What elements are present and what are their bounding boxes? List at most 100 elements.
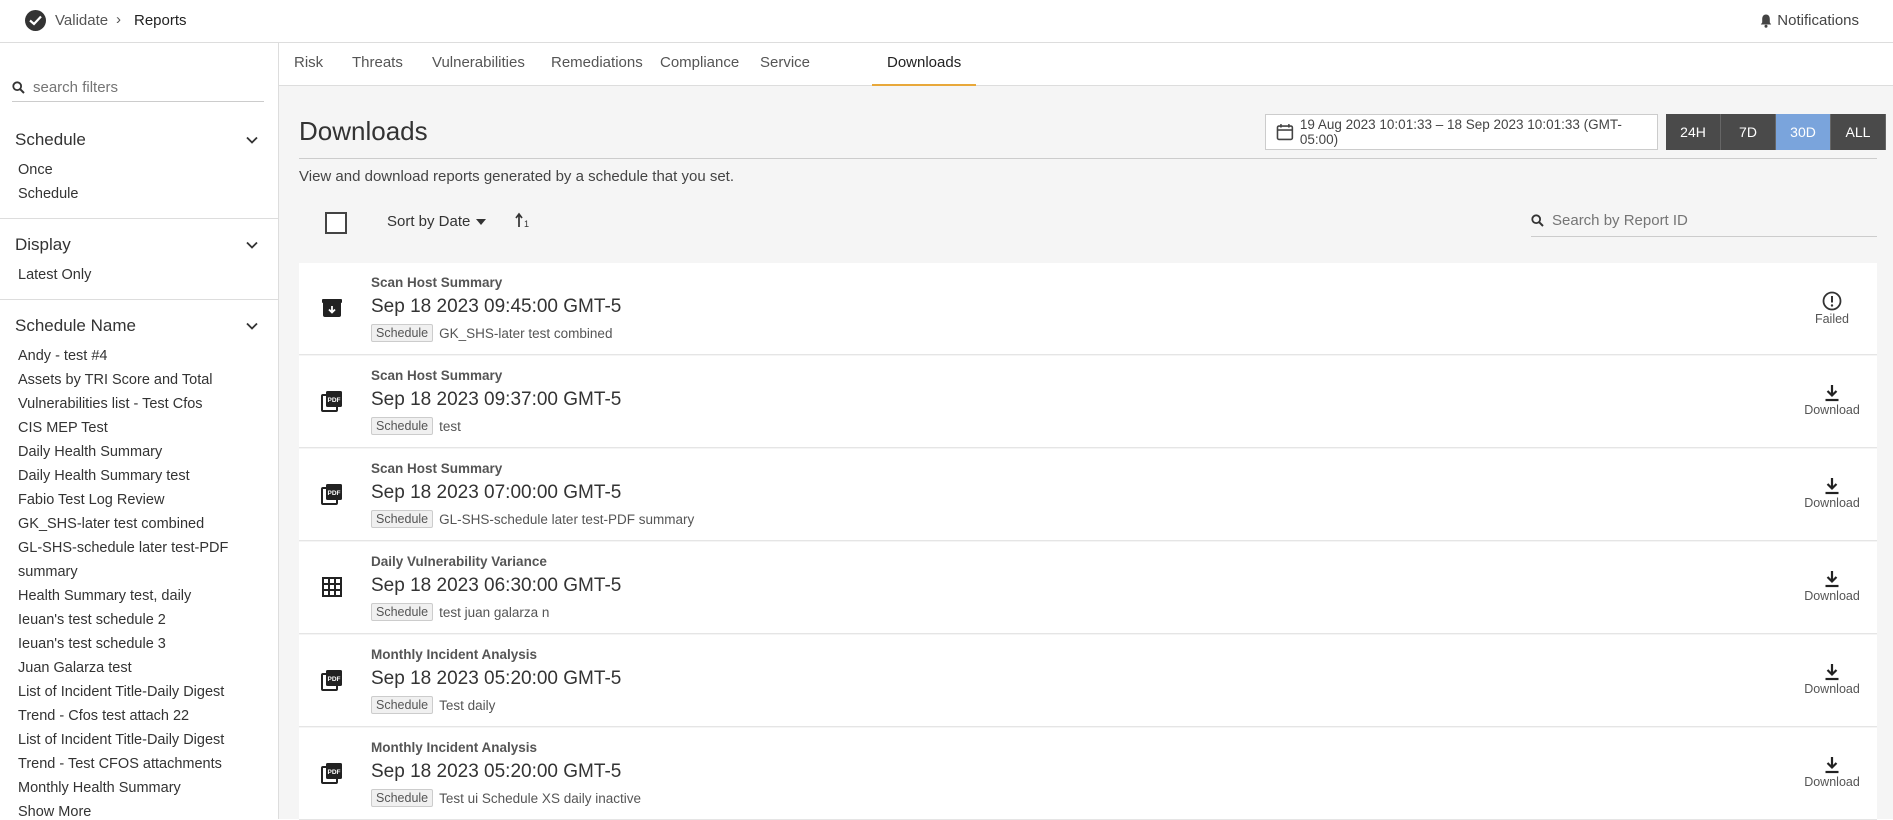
download-button[interactable]: Download <box>1797 384 1867 417</box>
schedule-name-option[interactable]: Daily Health Summary <box>0 440 278 464</box>
display-filter-section: Display Latest Only <box>0 227 278 287</box>
report-type: Scan Host Summary <box>371 275 503 290</box>
schedule-name-option[interactable]: List of Incident Title-Daily Digest <box>0 728 278 752</box>
tab-downloads[interactable]: Downloads <box>872 43 977 86</box>
report-row[interactable]: Scan Host Summary Sep 18 2023 09:45:00 GM… <box>299 263 1877 355</box>
filter-search <box>12 73 264 102</box>
range-24h-button[interactable]: 24H <box>1666 114 1721 150</box>
schedule-name: GL-SHS-schedule later test-PDF summary <box>439 511 695 527</box>
notifications-label: Notifications <box>1777 12 1859 29</box>
download-icon <box>1797 756 1867 774</box>
report-id-search <box>1531 204 1877 237</box>
range-7d-button[interactable]: 7D <box>1721 114 1776 150</box>
top-bar: Validate › Reports Notifications <box>0 0 1893 43</box>
schedule-name-option[interactable]: List of Incident Title-Daily Digest <box>0 680 278 704</box>
download-icon <box>1797 477 1867 495</box>
sort-order-toggle[interactable]: 1 <box>515 212 531 233</box>
tab-risk[interactable]: Risk <box>279 43 338 84</box>
schedule-filter-header[interactable]: Schedule <box>0 122 278 158</box>
schedule-name: Test daily <box>439 697 496 713</box>
schedule-name-option[interactable]: Trend - Test CFOS attachments <box>0 752 278 776</box>
display-filter-option[interactable]: Latest Only <box>0 263 278 287</box>
report-tabs: Risk Threats Vulnerabilities Remediation… <box>279 43 1893 86</box>
archive-icon <box>321 297 343 319</box>
tab-threats[interactable]: Threats <box>337 43 418 84</box>
report-type: Scan Host Summary <box>371 461 503 476</box>
schedule-name-option[interactable]: Andy - test #4 <box>0 344 278 368</box>
range-all-button[interactable]: ALL <box>1831 114 1886 150</box>
search-icon <box>1531 213 1544 227</box>
tab-remediations[interactable]: Remediations <box>536 43 658 84</box>
pdf-icon: PDF <box>321 669 343 691</box>
tab-compliance[interactable]: Compliance <box>645 43 754 84</box>
schedule-name-option[interactable]: summary <box>0 560 278 584</box>
filter-search-input[interactable] <box>31 77 255 97</box>
breadcrumb-separator: › <box>116 11 121 28</box>
svg-text:PDF: PDF <box>328 676 341 683</box>
report-row[interactable]: PDF Scan Host Summary Sep 18 2023 07:00:00… <box>299 449 1877 541</box>
select-all-checkbox[interactable] <box>325 212 347 234</box>
schedule-name-option[interactable]: GK_SHS-later test combined <box>0 512 278 536</box>
pdf-icon: PDF <box>321 390 343 412</box>
report-type: Monthly Incident Analysis <box>371 647 538 662</box>
sort-by-dropdown[interactable]: Sort by Date <box>387 213 487 230</box>
schedule-filter-option[interactable]: Once <box>0 158 278 182</box>
report-row[interactable]: PDF Scan Host Summary Sep 18 2023 09:37:00… <box>299 356 1877 448</box>
schedule-name-option[interactable]: Trend - Cfos test attach 22 <box>0 704 278 728</box>
schedule-name-option[interactable]: Juan Galarza test <box>0 656 278 680</box>
download-button[interactable]: Download <box>1797 756 1867 789</box>
schedule-name-option[interactable]: GL-SHS-schedule later test-PDF <box>0 536 278 560</box>
schedule-name-option[interactable]: CIS MEP Test <box>0 416 278 440</box>
report-row[interactable]: Daily Vulnerability Variance Sep 18 2023 … <box>299 542 1877 634</box>
schedule-name-option[interactable]: Fabio Test Log Review <box>0 488 278 512</box>
schedule-name-filter-header[interactable]: Schedule Name <box>0 308 278 344</box>
breadcrumb-validate[interactable]: Validate <box>55 12 108 29</box>
schedule-name-filter-title: Schedule Name <box>15 316 136 335</box>
range-buttons: 24H 7D 30D ALL <box>1666 114 1886 150</box>
report-timestamp: Sep 18 2023 05:20:00 GMT-5 <box>371 668 622 689</box>
download-button[interactable]: Download <box>1797 477 1867 510</box>
report-row[interactable]: PDF Monthly Incident Analysis Sep 18 2023 … <box>299 635 1877 727</box>
tab-service[interactable]: Service <box>745 43 825 84</box>
schedule-filter-title: Schedule <box>15 130 86 149</box>
report-id-search-input[interactable] <box>1550 210 1854 230</box>
schedule-tag: Schedule <box>371 510 434 528</box>
range-30d-button[interactable]: 30D <box>1776 114 1831 150</box>
filter-sidebar: Schedule Once Schedule Display Latest On… <box>0 43 279 819</box>
schedule-tag: Schedule <box>371 696 434 714</box>
action-label: Download <box>1804 775 1860 789</box>
schedule-name-filter-section: Schedule Name Andy - test #4 Assets by TR… <box>0 308 278 819</box>
section-divider <box>0 299 278 300</box>
sort-order-icon: 1 <box>515 212 529 229</box>
display-filter-header[interactable]: Display <box>0 227 278 263</box>
report-timestamp: Sep 18 2023 07:00:00 GMT-5 <box>371 482 622 503</box>
download-button[interactable]: Download <box>1797 570 1867 603</box>
show-more-link[interactable]: Show More <box>0 800 278 819</box>
failed-status: Failed <box>1797 291 1867 326</box>
date-range-picker[interactable]: 19 Aug 2023 10:01:33 – 18 Sep 2023 10:01… <box>1265 114 1658 150</box>
schedule-name-option[interactable]: Ieuan's test schedule 3 <box>0 632 278 656</box>
date-range-text: 19 Aug 2023 10:01:33 – 18 Sep 2023 10:01… <box>1299 117 1622 147</box>
schedule-tag: Schedule <box>371 417 434 435</box>
caret-down-icon <box>476 218 487 225</box>
schedule-name-option[interactable]: Daily Health Summary test <box>0 464 278 488</box>
schedule-name: test <box>439 418 461 434</box>
action-label: Download <box>1804 403 1860 417</box>
schedule-name-option[interactable]: Assets by TRI Score and Total <box>0 368 278 392</box>
report-row[interactable]: PDF Monthly Incident Analysis Sep 18 2023 … <box>299 728 1877 820</box>
notifications-button[interactable]: Notifications <box>1760 12 1859 29</box>
action-label: Download <box>1804 589 1860 603</box>
schedule-name: Test ui Schedule XS daily inactive <box>439 790 641 806</box>
report-meta: Schedule Test ui Schedule XS daily inacti… <box>371 789 641 807</box>
chevron-down-icon <box>246 322 258 330</box>
pdf-icon: PDF <box>321 483 343 505</box>
schedule-name-option[interactable]: Ieuan's test schedule 2 <box>0 608 278 632</box>
schedule-name-option[interactable]: Health Summary test, daily <box>0 584 278 608</box>
tab-vulnerabilities[interactable]: Vulnerabilities <box>417 43 540 84</box>
schedule-name-option[interactable]: Monthly Health Summary <box>0 776 278 800</box>
report-meta: Schedule test <box>371 417 461 435</box>
schedule-filter-option[interactable]: Schedule <box>0 182 278 206</box>
download-button[interactable]: Download <box>1797 663 1867 696</box>
schedule-name-option[interactable]: Vulnerabilities list - Test Cfos <box>0 392 278 416</box>
breadcrumb-reports: Reports <box>134 12 187 29</box>
